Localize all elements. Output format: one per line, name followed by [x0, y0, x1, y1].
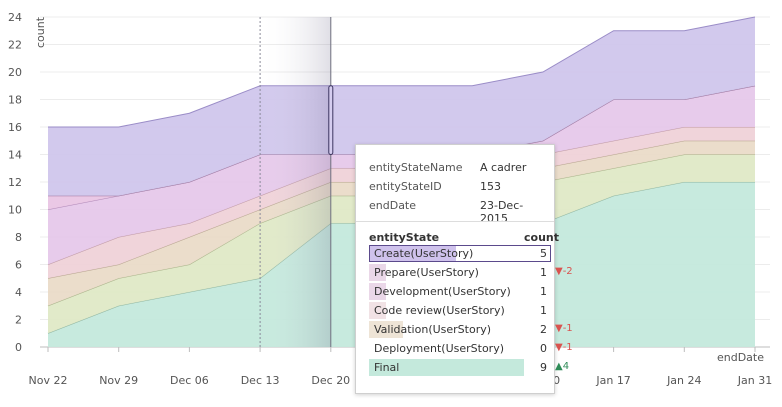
tooltip: entityStateName A cadrer entityStateID 1…: [355, 144, 573, 394]
tooltip-row-count: 1: [540, 266, 547, 279]
x-tick-label: Jan 17: [595, 374, 630, 387]
tooltip-row-name: Prepare(UserStory): [374, 266, 479, 279]
tooltip-row-delta: ▼-1: [555, 342, 573, 353]
y-tick-label: 0: [15, 341, 22, 354]
tooltip-meta-value: A cadrer: [480, 161, 527, 174]
tooltip-row-name: Final: [374, 361, 400, 374]
x-tick-label: Nov 29: [99, 374, 138, 387]
y-tick-label: 2: [15, 314, 22, 327]
tooltip-meta-row: endDate 23-Dec-2015: [369, 199, 544, 225]
tooltip-row-count: 1: [540, 304, 547, 317]
x-tick-label: Dec 06: [170, 374, 209, 387]
tooltip-row: Create(UserStory) 5: [369, 245, 551, 262]
hover-marker: [328, 85, 334, 155]
y-tick-label: 24: [8, 11, 22, 24]
tooltip-row: Final 9 ▲4: [369, 359, 569, 376]
y-tick-label: 18: [8, 94, 22, 107]
tooltip-row: Code review(UserStory) 1: [369, 302, 551, 319]
tooltip-row: Validation(UserStory) 2 ▼-1: [369, 321, 573, 338]
x-tick-label: Jan 24: [666, 374, 701, 387]
hover-highlight: [259, 17, 334, 347]
y-tick-label: 16: [8, 121, 22, 134]
y-axis: 024681012141618202224: [8, 11, 22, 354]
y-tick-label: 20: [8, 66, 22, 79]
tooltip-meta-key: endDate: [369, 199, 417, 212]
tooltip-meta-row: entityStateID 153: [369, 180, 544, 196]
x-tick-label: Jan 31: [737, 374, 772, 387]
tooltip-row-delta: ▼-2: [555, 266, 573, 277]
tooltip-column-state: entityState: [369, 231, 440, 244]
tooltip-row-count: 1: [540, 285, 547, 298]
tooltip-row-name: Development(UserStory): [374, 285, 511, 298]
tooltip-meta-row: entityStateName A cadrer: [369, 161, 544, 177]
y-tick-label: 14: [8, 149, 22, 162]
y-tick-label: 4: [15, 286, 22, 299]
tooltip-meta-key: entityStateName: [369, 161, 463, 174]
tooltip-row-count: 2: [540, 323, 547, 336]
y-tick-label: 10: [8, 204, 22, 217]
y-tick-label: 12: [8, 176, 22, 189]
tooltip-row: Prepare(UserStory) 1 ▼-2: [369, 264, 573, 281]
x-tick-label: Dec 13: [241, 374, 280, 387]
x-tick-label: Nov 22: [29, 374, 68, 387]
tooltip-row-name: Validation(UserStory): [374, 323, 492, 336]
tooltip-row-count: 9: [540, 361, 547, 374]
tooltip-column-count: count: [524, 231, 559, 244]
tooltip-row-name: Code review(UserStory): [374, 304, 505, 317]
tooltip-row-name: Create(UserStory): [374, 247, 474, 260]
x-axis-label: endDate: [717, 351, 764, 364]
tooltip-row-name: Deployment(UserStory): [374, 342, 504, 355]
y-tick-label: 6: [15, 259, 22, 272]
tooltip-meta-value: 153: [480, 180, 501, 193]
tooltip-row-delta: ▲4: [555, 361, 570, 372]
tooltip-row-count: 5: [540, 247, 547, 260]
tooltip-row-count: 0: [540, 342, 547, 355]
x-tick-label: Dec 20: [311, 374, 350, 387]
tooltip-meta-key: entityStateID: [369, 180, 442, 193]
y-tick-label: 8: [15, 231, 22, 244]
tooltip-row: Development(UserStory) 1: [369, 283, 551, 300]
highlight-band: [260, 17, 331, 347]
tooltip-row: Deployment(UserStory) 0 ▼-1: [369, 340, 573, 357]
tooltip-row-delta: ▼-1: [555, 323, 573, 334]
y-axis-label: count: [34, 16, 47, 48]
tooltip-divider: [356, 221, 554, 222]
y-tick-label: 22: [8, 39, 22, 52]
